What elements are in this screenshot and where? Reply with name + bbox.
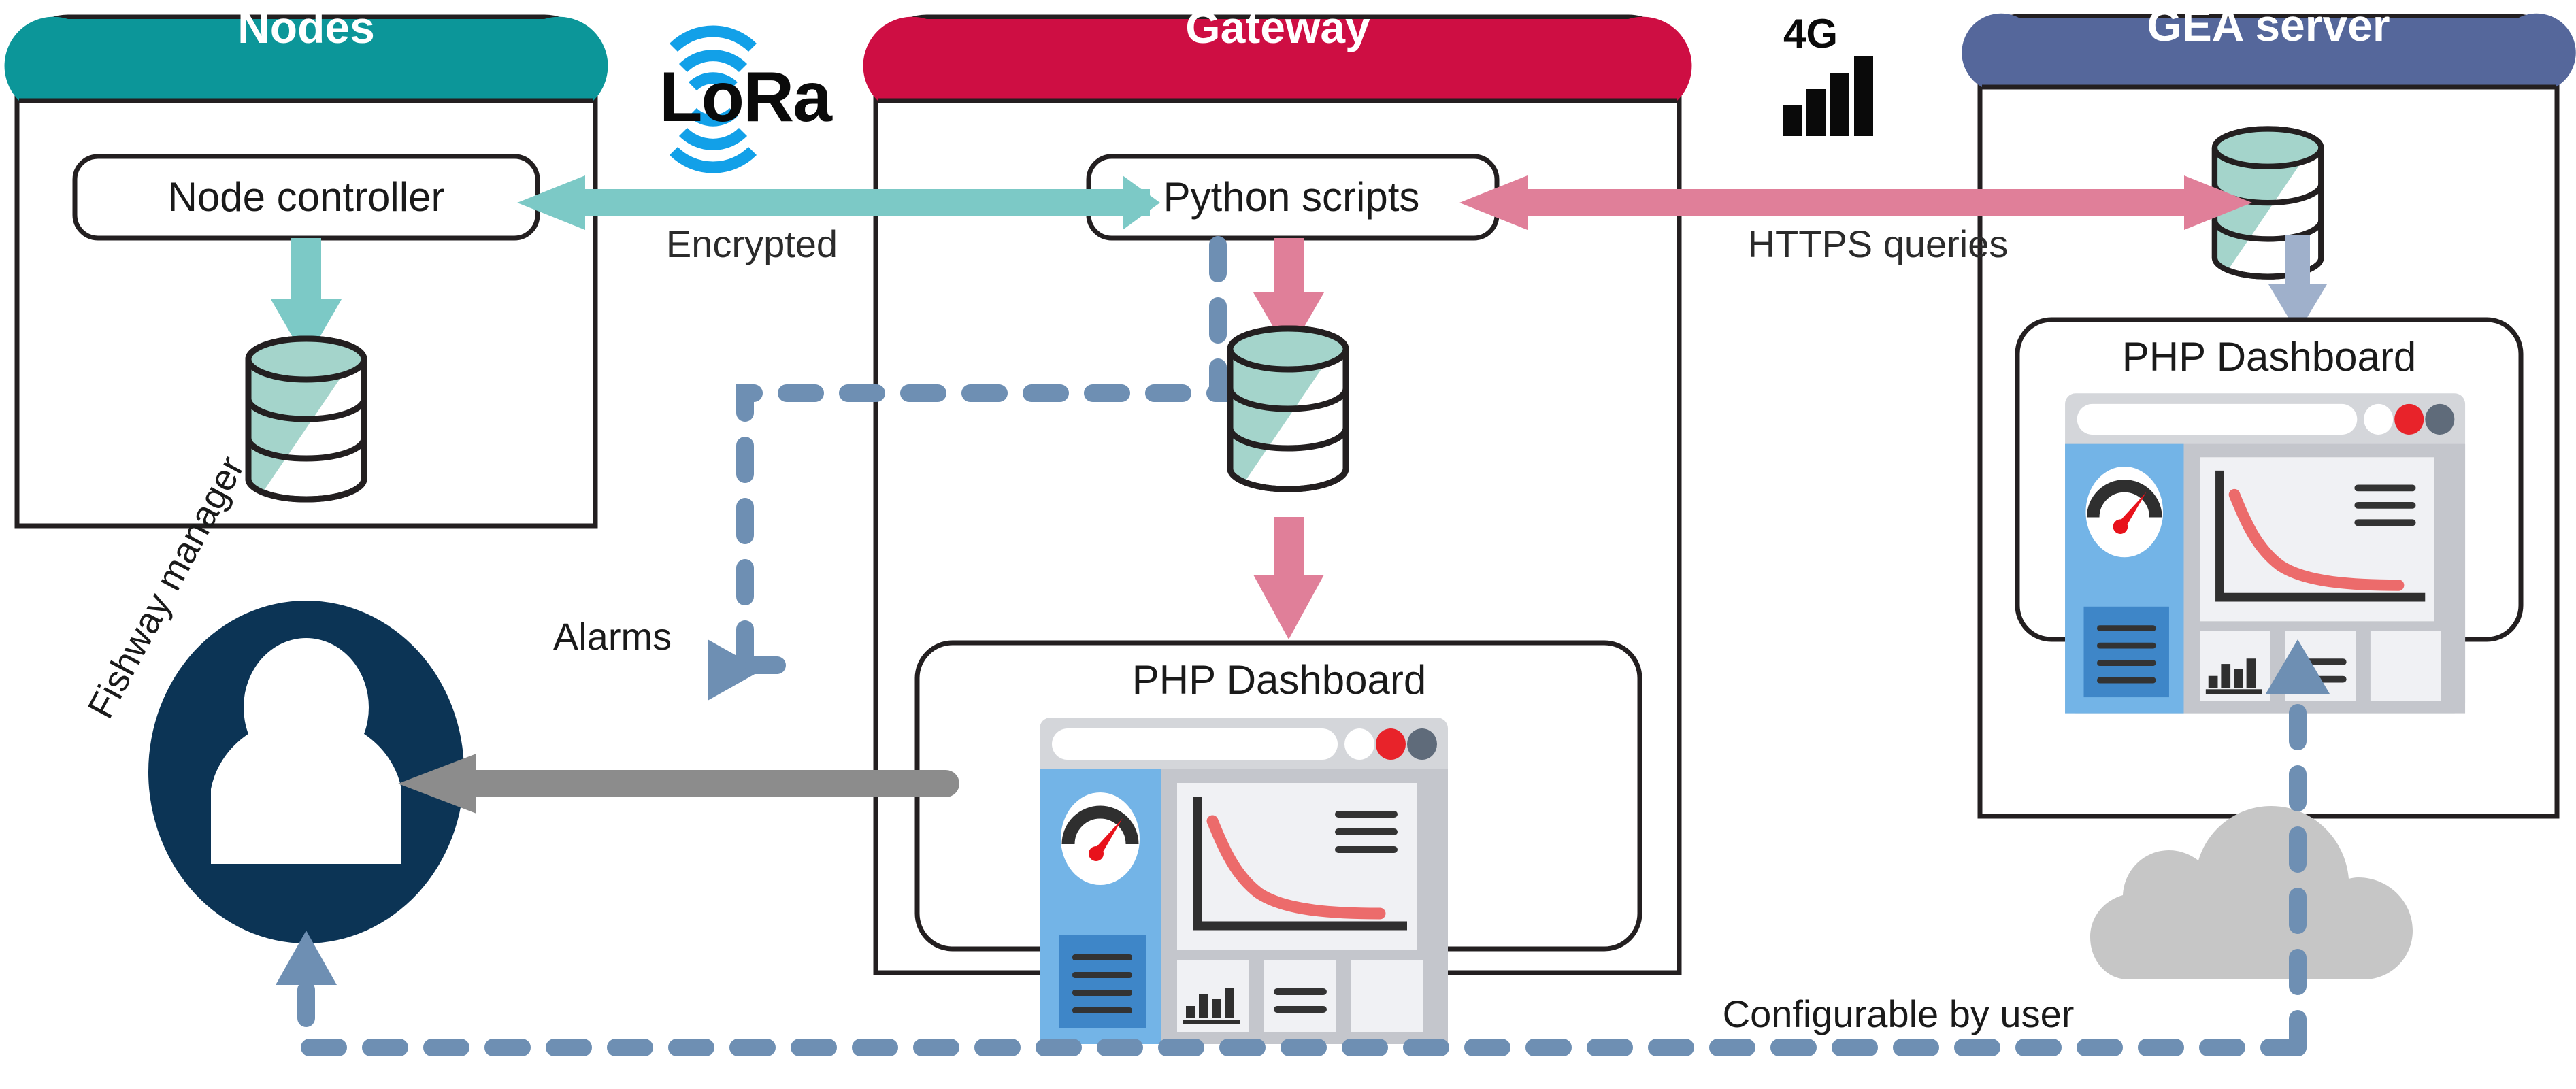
gateway-dashboard-mockup[interactable] [1040,718,1448,1044]
alarms-label: Alarms [553,615,672,658]
lora-logo-text: LoRa [659,58,833,137]
lora-logo-icon: LoRa [659,25,834,173]
gateway-dashboard-label: PHP Dashboard [1132,657,1426,703]
nodes-database-icon [242,333,371,503]
configurable-label: Configurable by user [1723,992,2075,1035]
gea-dashboard-mockup[interactable] [2065,393,2465,713]
https-queries-label: HTTPS queries [1748,222,2009,265]
node-controller-label: Node controller [168,174,445,220]
fishway-manager-actor[interactable] [148,601,464,943]
python-scripts-label: Python scripts [1163,174,1420,220]
four-g-signal-icon: 4G [1783,11,1873,136]
gateway-database-icon [1223,323,1353,493]
panel-title-gateway: Gateway [1185,2,1370,52]
diagram-canvas: Nodes Node controller Gateway Python scr… [0,0,2576,1089]
encrypted-label: Encrypted [666,222,838,265]
panel-gateway: Gateway Python scripts PHP Dashboard [863,2,1692,1044]
architecture-diagram: Nodes Node controller Gateway Python scr… [4,0,2576,1056]
panel-title-gea-server: GEA server [2147,0,2390,50]
cloud-icon [2090,806,2413,979]
four-g-label: 4G [1783,11,1838,56]
panel-title-nodes: Nodes [237,2,375,52]
gea-dashboard-label: PHP Dashboard [2122,334,2416,380]
panel-nodes: Nodes Node controller [4,2,608,529]
